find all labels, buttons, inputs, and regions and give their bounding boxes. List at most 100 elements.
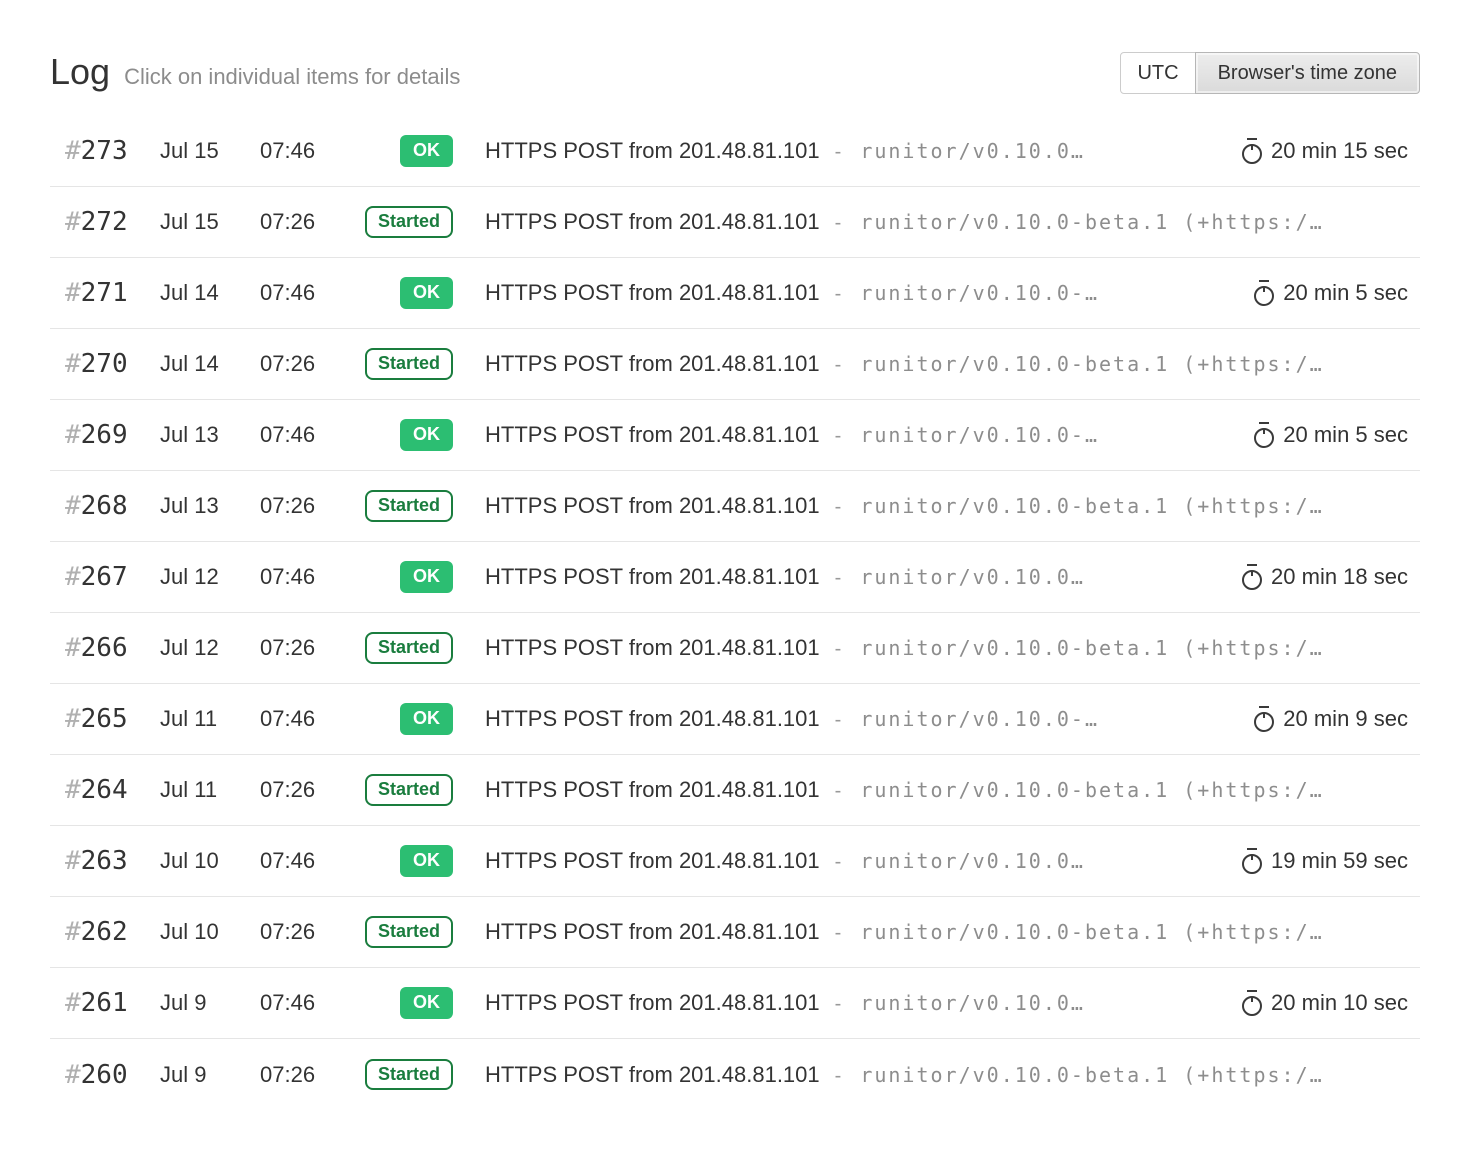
log-row[interactable]: #271 Jul 14 07:46 OK HTTPS POST from 201… (50, 258, 1420, 329)
dash-separator: - (835, 993, 842, 1015)
duration-text: 20 min 5 sec (1283, 280, 1408, 306)
dash-separator: - (835, 141, 842, 163)
user-agent-text: runitor/v0.10.0-beta.1 (+https:/… (860, 494, 1323, 518)
log-row[interactable]: #270 Jul 14 07:26 Started HTTPS POST fro… (50, 329, 1420, 400)
dash-separator: - (835, 354, 842, 376)
event-time: 07:26 (260, 635, 355, 661)
status-badge-cell: Started (355, 206, 453, 238)
hash-prefix: # (65, 136, 81, 166)
event-time: 07:26 (260, 919, 355, 945)
log-row[interactable]: #273 Jul 15 07:46 OK HTTPS POST from 201… (50, 116, 1420, 187)
status-badge: OK (400, 561, 453, 593)
duration: 20 min 15 sec (1242, 137, 1408, 165)
event-date: Jul 15 (160, 138, 260, 164)
event-number: #261 (65, 988, 160, 1018)
utc-button[interactable]: UTC (1120, 52, 1195, 94)
event-time: 07:46 (260, 138, 355, 164)
title-wrap: Log Click on individual items for detail… (50, 50, 460, 93)
event-message: HTTPS POST from 201.48.81.101-runitor/v0… (485, 990, 1230, 1016)
event-time: 07:26 (260, 351, 355, 377)
duration-text: 20 min 9 sec (1283, 706, 1408, 732)
duration: 20 min 9 sec (1254, 705, 1408, 733)
event-date: Jul 9 (160, 990, 260, 1016)
event-time: 07:46 (260, 848, 355, 874)
status-badge: OK (400, 135, 453, 167)
event-date: Jul 12 (160, 564, 260, 590)
hash-prefix: # (65, 491, 81, 521)
hash-prefix: # (65, 420, 81, 450)
message-text: HTTPS POST from 201.48.81.101 (485, 706, 820, 731)
status-badge: Started (365, 774, 453, 806)
dash-separator: - (835, 1065, 842, 1087)
event-number: #263 (65, 846, 160, 876)
page-subtitle: Click on individual items for details (124, 64, 460, 90)
status-badge-cell: OK (355, 135, 453, 167)
event-message: HTTPS POST from 201.48.81.101-runitor/v0… (485, 564, 1230, 590)
event-date: Jul 13 (160, 493, 260, 519)
log-row[interactable]: #263 Jul 10 07:46 OK HTTPS POST from 201… (50, 826, 1420, 897)
status-badge: OK (400, 419, 453, 451)
log-row[interactable]: #267 Jul 12 07:46 OK HTTPS POST from 201… (50, 542, 1420, 613)
dash-separator: - (835, 283, 842, 305)
event-date: Jul 13 (160, 422, 260, 448)
log-row[interactable]: #269 Jul 13 07:46 OK HTTPS POST from 201… (50, 400, 1420, 471)
log-row[interactable]: #266 Jul 12 07:26 Started HTTPS POST fro… (50, 613, 1420, 684)
log-page: Log Click on individual items for detail… (0, 0, 1470, 1110)
user-agent-text: runitor/v0.10.0… (860, 991, 1085, 1015)
status-badge: Started (365, 206, 453, 238)
dash-separator: - (835, 496, 842, 518)
event-time: 07:46 (260, 990, 355, 1016)
status-badge-cell: Started (355, 632, 453, 664)
event-number: #272 (65, 207, 160, 237)
message-text: HTTPS POST from 201.48.81.101 (485, 422, 820, 447)
status-badge: OK (400, 703, 453, 735)
message-text: HTTPS POST from 201.48.81.101 (485, 280, 820, 305)
log-row[interactable]: #260 Jul 9 07:26 Started HTTPS POST from… (50, 1039, 1420, 1110)
hash-prefix: # (65, 917, 81, 947)
event-date: Jul 14 (160, 351, 260, 377)
log-row[interactable]: #264 Jul 11 07:26 Started HTTPS POST fro… (50, 755, 1420, 826)
dash-separator: - (835, 851, 842, 873)
status-badge: Started (365, 632, 453, 664)
duration-text: 20 min 18 sec (1271, 564, 1408, 590)
status-badge: Started (365, 916, 453, 948)
log-row[interactable]: #268 Jul 13 07:26 Started HTTPS POST fro… (50, 471, 1420, 542)
log-row[interactable]: #265 Jul 11 07:46 OK HTTPS POST from 201… (50, 684, 1420, 755)
hash-prefix: # (65, 775, 81, 805)
hash-prefix: # (65, 704, 81, 734)
message-text: HTTPS POST from 201.48.81.101 (485, 1062, 820, 1087)
user-agent-text: runitor/v0.10.0… (860, 565, 1085, 589)
event-time: 07:46 (260, 422, 355, 448)
dash-separator: - (835, 567, 842, 589)
event-message: HTTPS POST from 201.48.81.101-runitor/v0… (485, 1062, 1408, 1088)
event-date: Jul 12 (160, 635, 260, 661)
duration-text: 19 min 59 sec (1271, 848, 1408, 874)
event-message: HTTPS POST from 201.48.81.101-runitor/v0… (485, 706, 1242, 732)
event-number: #273 (65, 136, 160, 166)
event-message: HTTPS POST from 201.48.81.101-runitor/v0… (485, 493, 1408, 519)
log-table: #273 Jul 15 07:46 OK HTTPS POST from 201… (50, 116, 1420, 1110)
status-badge-cell: OK (355, 277, 453, 309)
status-badge-cell: OK (355, 419, 453, 451)
status-badge: Started (365, 348, 453, 380)
status-badge-cell: Started (355, 916, 453, 948)
log-row[interactable]: #272 Jul 15 07:26 Started HTTPS POST fro… (50, 187, 1420, 258)
event-number: #268 (65, 491, 160, 521)
log-row[interactable]: #262 Jul 10 07:26 Started HTTPS POST fro… (50, 897, 1420, 968)
event-time: 07:26 (260, 1062, 355, 1088)
status-badge: OK (400, 277, 453, 309)
event-time: 07:46 (260, 706, 355, 732)
user-agent-text: runitor/v0.10.0… (860, 139, 1085, 163)
hash-prefix: # (65, 278, 81, 308)
duration: 20 min 5 sec (1254, 279, 1408, 307)
event-message: HTTPS POST from 201.48.81.101-runitor/v0… (485, 777, 1408, 803)
stopwatch-icon (1254, 279, 1274, 307)
duration-text: 20 min 10 sec (1271, 990, 1408, 1016)
message-text: HTTPS POST from 201.48.81.101 (485, 848, 820, 873)
browser-timezone-button[interactable]: Browser's time zone (1195, 52, 1420, 94)
dash-separator: - (835, 709, 842, 731)
dash-separator: - (835, 922, 842, 944)
status-badge: OK (400, 987, 453, 1019)
event-number: #271 (65, 278, 160, 308)
log-row[interactable]: #261 Jul 9 07:46 OK HTTPS POST from 201.… (50, 968, 1420, 1039)
